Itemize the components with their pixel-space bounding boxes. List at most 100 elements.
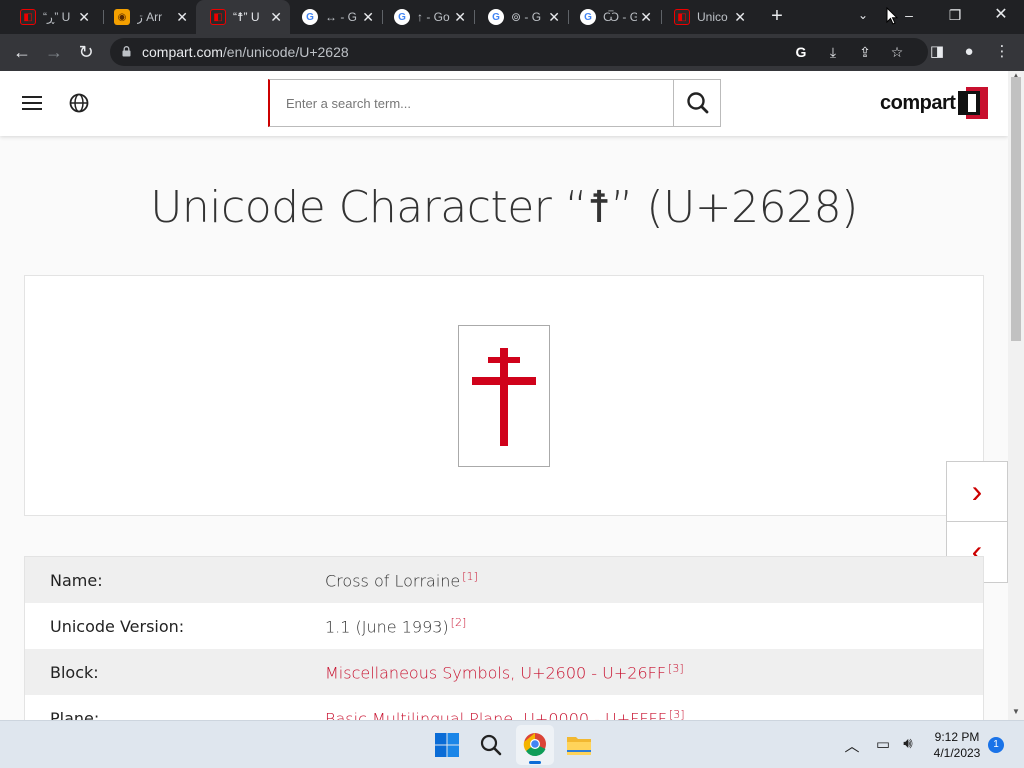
search-input[interactable] (270, 80, 673, 126)
close-tab-icon[interactable]: ✕ (270, 9, 282, 25)
browser-tab[interactable]: ◉ ڗ Arr ✕ (100, 0, 196, 34)
site-header: compart (0, 71, 1008, 136)
mouse-cursor-icon (886, 7, 898, 25)
restore-button[interactable]: ❐ (932, 0, 978, 30)
close-tab-icon[interactable]: ✕ (176, 9, 188, 25)
tab-title: “ڕ” U (43, 10, 71, 24)
google-icon: G (580, 9, 596, 25)
row-value: 1.1 (June 1993) [2] (325, 616, 466, 636)
close-tab-icon[interactable]: ✕ (548, 9, 560, 25)
system-clock[interactable]: 9:12 PM 4/1/2023 (922, 729, 992, 761)
globe-icon[interactable] (69, 93, 89, 113)
forward-button[interactable]: → (42, 40, 66, 64)
close-tab-icon[interactable]: ✕ (734, 9, 746, 25)
browser-tab[interactable]: ◧ “ڕ” U ✕ (6, 0, 98, 34)
browser-tab[interactable]: G ↑ - Go ✕ (380, 0, 474, 34)
close-tab-icon[interactable]: ✕ (640, 9, 652, 25)
hamburger-menu-icon[interactable] (22, 96, 42, 110)
tab-search-chevron-icon[interactable]: ⌄ (840, 0, 886, 30)
web-page: compart Unicode Character “☨” (U+2628) ›… (0, 71, 1008, 720)
row-value: Miscellaneous Symbols, U+2600 - U+26FF [3… (325, 662, 684, 682)
chrome-taskbar-button[interactable] (516, 725, 554, 765)
browser-tab[interactable]: G Ѿ - G ✕ (566, 0, 660, 34)
volume-icon[interactable]: 🔊︎ (898, 735, 918, 752)
kebab-menu-icon[interactable]: ⋮ (992, 42, 1012, 62)
close-tab-icon[interactable]: ✕ (454, 9, 466, 25)
scrollbar-thumb[interactable] (1011, 77, 1021, 341)
clock-date: 4/1/2023 (933, 746, 981, 760)
bookmark-star-icon[interactable]: ☆ (888, 43, 906, 61)
close-window-button[interactable]: ✕ (978, 0, 1024, 30)
row-value: Basic Multilingual Plane, U+0000 - U+FFF… (325, 708, 685, 720)
plane-link[interactable]: Basic Multilingual Plane, U+0000 - U+FFF… (325, 709, 667, 720)
compart-logo-mark-icon (958, 87, 989, 119)
tab-title: ⊚ - G (511, 10, 542, 24)
url-path: /en/unicode/U+2628 (222, 44, 349, 60)
tab-title: ↔ - G (325, 10, 357, 24)
row-label: Name: (50, 570, 103, 590)
compart-icon: ◧ (20, 9, 36, 25)
cross-of-lorraine-icon (472, 348, 536, 446)
table-row: Name: Cross of Lorraine [1] (25, 557, 983, 603)
lock-icon[interactable] (122, 46, 131, 57)
google-icon: G (302, 9, 318, 25)
value-text: Cross of Lorraine (325, 571, 461, 591)
network-icon[interactable]: ▭ (873, 735, 893, 753)
orange-app-icon: ◉ (114, 9, 130, 25)
windows-start-icon[interactable] (433, 731, 461, 759)
browser-tab-strip: ◧ “ڕ” U ✕ ◉ ڗ Arr ✕ ◧ “☨” U ✕ G ↔ - G ✕ … (0, 0, 1024, 34)
row-label: Block: (50, 662, 99, 682)
search-field[interactable] (268, 79, 674, 127)
search-button[interactable] (673, 79, 721, 127)
url-text[interactable]: compart.com/en/unicode/U+2628 (142, 44, 349, 60)
tab-title: Unico (697, 10, 728, 24)
taskbar-search-icon[interactable] (477, 731, 505, 759)
row-label: Unicode Version: (50, 616, 185, 636)
block-link[interactable]: Miscellaneous Symbols, U+2600 - U+26FF (325, 663, 666, 682)
windows-taskbar: ︿ ▭ 🔊︎ 9:12 PM 4/1/2023 1 (0, 720, 1024, 768)
browser-toolbar: ← → ↻ compart.com/en/unicode/U+2628 G ⤓ … (0, 34, 1024, 71)
logo-text: compart (880, 91, 956, 114)
share-icon[interactable]: ⇪ (856, 43, 874, 61)
row-label: Plane: (50, 708, 100, 721)
value-text: 1.1 (June 1993) (325, 617, 449, 637)
tab-title: Ѿ - G (603, 10, 637, 24)
browser-tab-active[interactable]: ◧ “☨” U ✕ (196, 0, 290, 34)
scroll-down-arrow-icon[interactable]: ▼ (1011, 707, 1021, 716)
compart-icon: ◧ (210, 9, 226, 25)
show-hidden-icons-chevron-icon[interactable]: ︿ (842, 735, 862, 756)
tab-title: ↑ - Go (417, 10, 450, 24)
reload-button[interactable]: ↻ (74, 40, 98, 64)
footnote-link[interactable]: [1] (462, 570, 478, 583)
footnote-link[interactable]: [3] (668, 662, 684, 675)
next-character-button[interactable]: › (946, 461, 1008, 523)
chrome-icon (523, 733, 546, 764)
row-value: Cross of Lorraine [1] (325, 570, 478, 590)
browser-tab[interactable]: ◧ Unico ✕ (660, 0, 754, 34)
page-scrollbar[interactable]: ▲ ▼ (1008, 71, 1024, 720)
glyph-preview (458, 325, 550, 467)
back-button[interactable]: ← (10, 40, 34, 64)
close-tab-icon[interactable]: ✕ (78, 9, 90, 25)
browser-tab[interactable]: G ↔ - G ✕ (288, 0, 382, 34)
new-tab-button[interactable]: + (766, 6, 788, 28)
profile-avatar-icon[interactable]: ● (959, 42, 979, 62)
close-tab-icon[interactable]: ✕ (362, 9, 374, 25)
table-row: Block: Miscellaneous Symbols, U+2600 - U… (25, 649, 983, 695)
table-row: Plane: Basic Multilingual Plane, U+0000 … (25, 695, 983, 720)
compart-icon: ◧ (674, 9, 690, 25)
notification-badge[interactable]: 1 (988, 737, 1004, 753)
footnote-link[interactable]: [2] (451, 616, 467, 629)
google-lens-icon[interactable]: G (792, 43, 810, 61)
address-bar[interactable]: compart.com/en/unicode/U+2628 G ⤓ ⇪ ☆ (110, 38, 928, 66)
install-app-icon[interactable]: ⤓ (824, 43, 842, 61)
url-host: compart.com (142, 44, 223, 60)
compart-logo[interactable]: compart (880, 87, 989, 119)
google-icon: G (488, 9, 504, 25)
search-icon (687, 92, 709, 114)
clock-time: 9:12 PM (934, 730, 980, 744)
footnote-link[interactable]: [3] (669, 708, 685, 720)
browser-tab[interactable]: G ⊚ - G ✕ (474, 0, 568, 34)
file-explorer-icon[interactable] (565, 731, 593, 759)
side-panel-icon[interactable]: ◨ (927, 42, 947, 62)
